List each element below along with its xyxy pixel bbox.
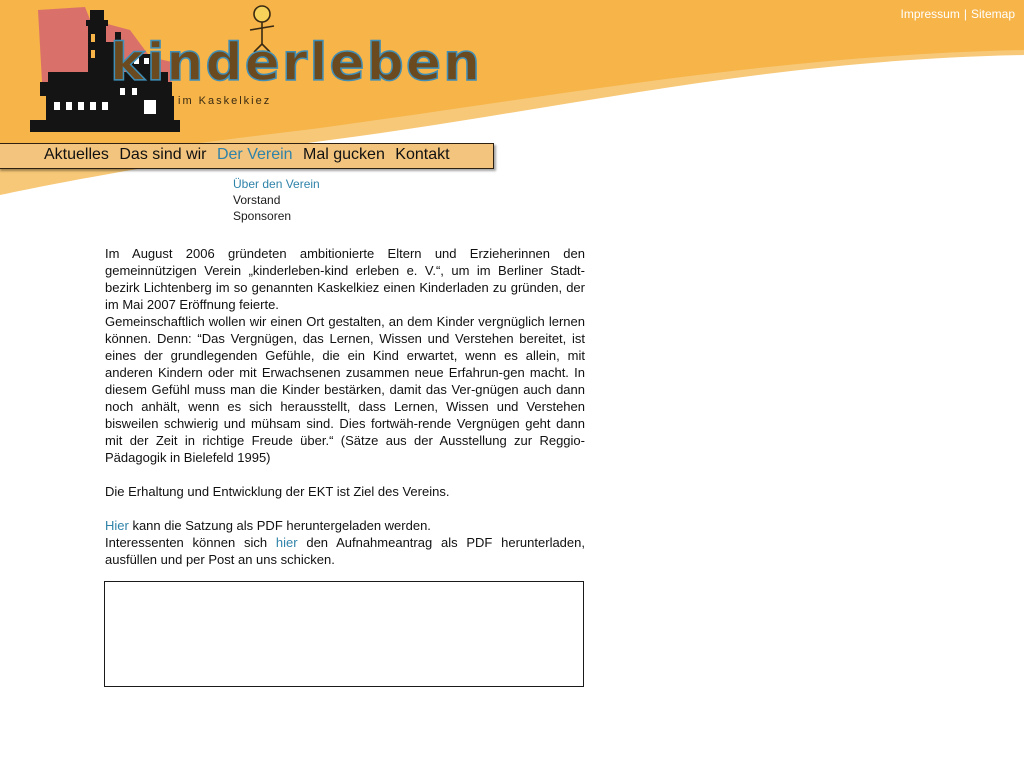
nav-item-kontakt[interactable]: Kontakt xyxy=(395,146,449,163)
content-frame xyxy=(104,581,584,687)
top-links: Impressum | Sitemap xyxy=(901,7,1016,21)
application-text-pre: Interessenten können sich xyxy=(105,535,276,550)
paragraph-application: Interessenten können sich hier den Aufna… xyxy=(105,534,585,568)
sub-nav: Über den Verein Vorstand Sponsoren xyxy=(233,176,320,224)
toplinks-separator: | xyxy=(963,7,967,21)
main-nav: Aktuelles Das sind wir Der Verein Mal gu… xyxy=(44,146,456,164)
paragraph-intro: Im August 2006 gründeten ambitionierte E… xyxy=(105,246,585,312)
statute-pdf-link[interactable]: Hier xyxy=(105,518,129,533)
site-logo[interactable]: kinderleben xyxy=(20,2,500,142)
subnav-item-sponsoren[interactable]: Sponsoren xyxy=(233,208,320,224)
nav-item-das-sind-wir[interactable]: Das sind wir xyxy=(119,146,206,163)
statute-text: kann die Satzung als PDF heruntergeladen… xyxy=(128,518,431,533)
nav-item-mal-gucken[interactable]: Mal gucken xyxy=(303,146,385,163)
impressum-link[interactable]: Impressum xyxy=(901,7,960,21)
sitemap-link[interactable]: Sitemap xyxy=(971,7,1015,21)
subnav-item-vorstand[interactable]: Vorstand xyxy=(233,192,320,208)
logo-wordmark: kinderleben xyxy=(110,33,482,93)
subnav-item-ueber-den-verein[interactable]: Über den Verein xyxy=(233,176,320,192)
nav-item-aktuelles[interactable]: Aktuelles xyxy=(44,146,109,163)
nav-item-der-verein[interactable]: Der Verein xyxy=(217,146,293,163)
logo-subtitle: im Kaskelkiez xyxy=(178,95,272,107)
main-content: Im August 2006 gründeten ambitionierte E… xyxy=(105,245,585,568)
paragraph-goal: Die Erhaltung und Entwicklung der EKT is… xyxy=(105,484,450,499)
paragraph-quote: Gemeinschaftlich wollen wir einen Ort ge… xyxy=(105,314,585,465)
paragraph-statute: Hier kann die Satzung als PDF herunterge… xyxy=(105,517,585,534)
page: Impressum | Sitemap kinderleben im Kaske… xyxy=(0,0,1024,768)
application-pdf-link[interactable]: hier xyxy=(276,535,298,550)
